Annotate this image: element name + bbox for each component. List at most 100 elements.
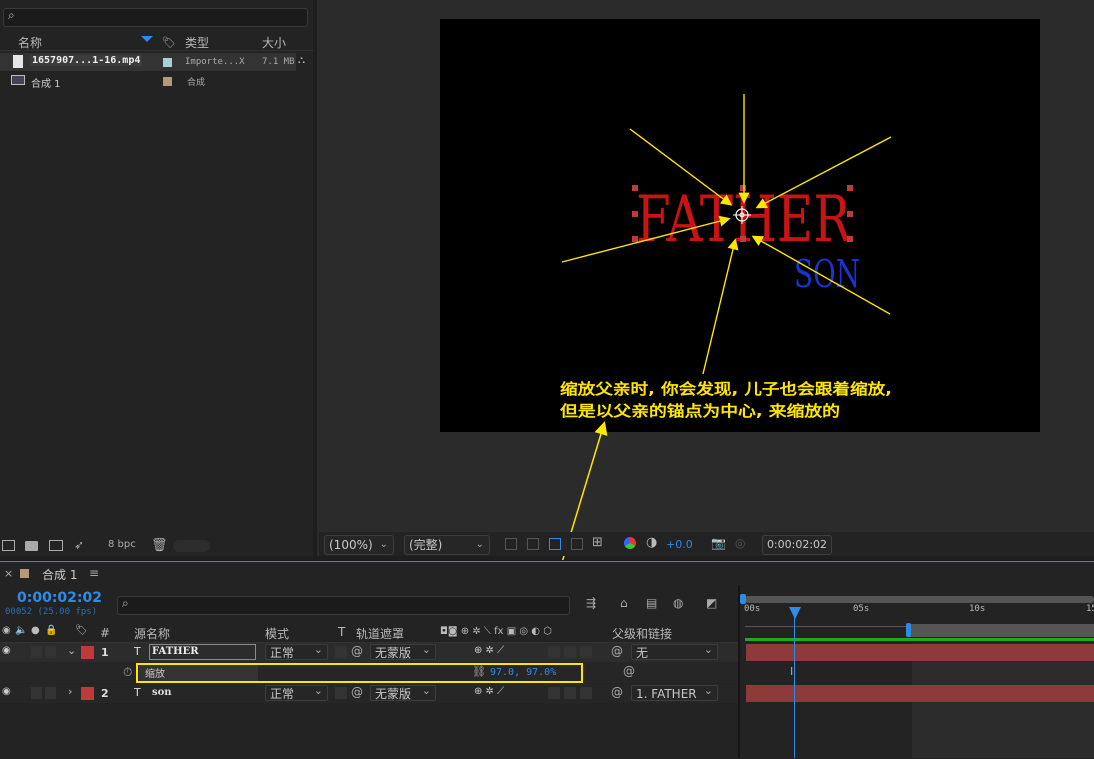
layer-label-swatch[interactable] [81,646,94,659]
chevron-right-icon[interactable]: › [68,685,72,698]
playhead-line[interactable] [794,610,795,758]
constrain-proportions-icon[interactable]: ⛓ [472,665,486,678]
thumbnail-scroll[interactable] [173,540,210,552]
parent-dropdown[interactable]: 无 [631,642,718,660]
chevron-down-icon: ⌄ [475,539,484,550]
parent-dropdown[interactable]: 1. FATHER [631,683,718,701]
project-settings-icon[interactable]: ➶ [74,538,84,552]
matte-pickwhip-icon[interactable]: @ [351,644,363,658]
work-area-bar[interactable] [908,624,1094,637]
trackmatte-dropdown[interactable]: 无蒙版 [370,642,436,660]
graph-editor-icon[interactable]: ◩ [706,596,717,610]
new-folder-icon[interactable] [25,541,38,551]
preserve-transparency-box[interactable] [335,687,347,699]
region-of-interest-icon[interactable] [571,538,583,550]
column-mode[interactable]: 模式 [265,625,289,642]
eye-icon[interactable]: ◉ [2,686,11,697]
trackmatte-dropdown[interactable]: 无蒙版 [370,683,436,701]
solo-icon[interactable]: ● [31,625,40,636]
switch-box[interactable] [548,646,560,658]
flowchart-icon[interactable]: ⛬ [298,55,305,66]
mode-dropdown[interactable]: 正常 [265,642,328,660]
color-channels-icon[interactable] [624,537,636,549]
property-pickwhip-icon[interactable]: @ [623,664,635,678]
fast-previews-icon[interactable] [505,538,517,550]
switch-box[interactable] [580,687,592,699]
column-source-name[interactable]: 源名称 [134,625,170,642]
exposure-value[interactable]: +0.0 [666,538,693,551]
switch-box[interactable] [564,687,576,699]
column-t[interactable]: T [338,625,345,639]
eye-icon[interactable]: ◉ [2,645,11,656]
panel-menu-icon[interactable]: ≡ [89,566,99,580]
hide-shy-layers-icon[interactable]: ▤ [646,596,657,610]
playhead-handle[interactable] [789,607,801,619]
zoom-dropdown[interactable]: (100%) ⌄ [324,535,394,555]
show-snapshot-icon[interactable]: ◎ [735,536,745,550]
draft-3d-icon[interactable]: ⌂ [620,596,628,610]
layer-name-field[interactable]: FATHER [149,644,256,660]
lock-box[interactable] [45,687,56,699]
project-item-size: 7.1 MB [262,57,295,67]
layer-bar-father[interactable] [746,644,1094,661]
layer-row[interactable] [0,684,738,703]
trash-icon[interactable]: 🗑 [151,538,168,553]
sort-desc-icon[interactable] [141,36,153,42]
comp-flowchart-icon[interactable]: ⇶ [586,596,596,610]
transparency-grid-icon[interactable] [527,538,539,550]
lock-icon[interactable]: 🔒 [45,625,57,636]
new-composition-icon[interactable] [49,540,63,551]
switch-box[interactable] [548,687,560,699]
timeline-timecode[interactable]: 0:00:02:02 [17,590,102,606]
parent-pickwhip-icon[interactable]: @ [611,685,623,699]
mode-dropdown[interactable]: 正常 [265,683,328,701]
work-area-start-handle[interactable] [906,623,911,637]
chevron-down-icon[interactable]: ⌄ [67,644,76,657]
audio-toggle-icon[interactable]: 🔈 [15,625,27,636]
tab-composition[interactable]: 合成 1 [42,566,77,583]
close-tab-icon[interactable]: × [4,567,13,580]
parent-pickwhip-icon[interactable]: @ [611,644,623,658]
column-name[interactable]: 名称 [18,34,42,51]
layer-switches[interactable]: ⊕ ✲ ⟋ [474,645,504,656]
label-tag-icon[interactable]: 🏷 [162,36,176,49]
viewer-timecode[interactable]: 0:00:02:02 [762,535,832,555]
switch-box[interactable] [564,646,576,658]
matte-pickwhip-icon[interactable]: @ [351,685,363,699]
column-trackmatte[interactable]: 轨道遮罩 [356,625,404,642]
solo-box[interactable] [31,687,42,699]
layer-row[interactable] [0,643,738,662]
timeline-search-input[interactable]: ⌕ [117,596,570,615]
snapshot-icon[interactable]: 📷 [711,536,726,550]
project-search-input[interactable]: ⌕ [3,8,308,27]
label-swatch[interactable] [163,77,172,86]
color-management-icon[interactable]: ◑ [646,535,657,550]
layer-label-swatch[interactable] [81,687,94,700]
preserve-transparency-box[interactable] [335,646,347,658]
time-navigator[interactable] [745,596,1094,603]
switch-box[interactable] [580,646,592,658]
navigator-start-handle[interactable] [740,594,746,604]
interpret-footage-icon[interactable] [2,540,15,551]
composition-canvas[interactable]: FATHER SON 缩放父亲时, 你会发现, 儿子也会跟着缩放, 但是以父亲的… [440,19,1040,432]
grid-guides-icon[interactable]: ⊞ [592,535,603,550]
video-toggle-icon[interactable]: ◉ [2,625,11,636]
son-text[interactable]: SON [794,252,860,296]
layer-number: 2 [101,687,109,700]
column-size[interactable]: 大小 [262,34,286,51]
label-tag-icon[interactable]: 🏷 [75,625,88,636]
mask-visibility-icon[interactable] [549,538,561,550]
layer-bar-son[interactable] [746,685,1094,702]
column-parent[interactable]: 父级和链接 [612,625,672,642]
frame-blending-icon[interactable]: ◍ [673,596,683,610]
stopwatch-icon[interactable]: ⏱ [123,665,132,680]
layer-switches[interactable]: ⊕ ✲ ⟋ [474,686,504,697]
lock-box[interactable] [45,646,56,658]
scale-value[interactable]: 97.0, 97.0% [490,667,556,678]
layer-name[interactable]: son [152,687,172,698]
resolution-dropdown[interactable]: (完整) ⌄ [404,535,490,555]
label-swatch[interactable] [163,58,172,67]
bpc-button[interactable]: 8 bpc [108,539,136,550]
column-type[interactable]: 类型 [185,34,209,51]
solo-box[interactable] [31,646,42,658]
